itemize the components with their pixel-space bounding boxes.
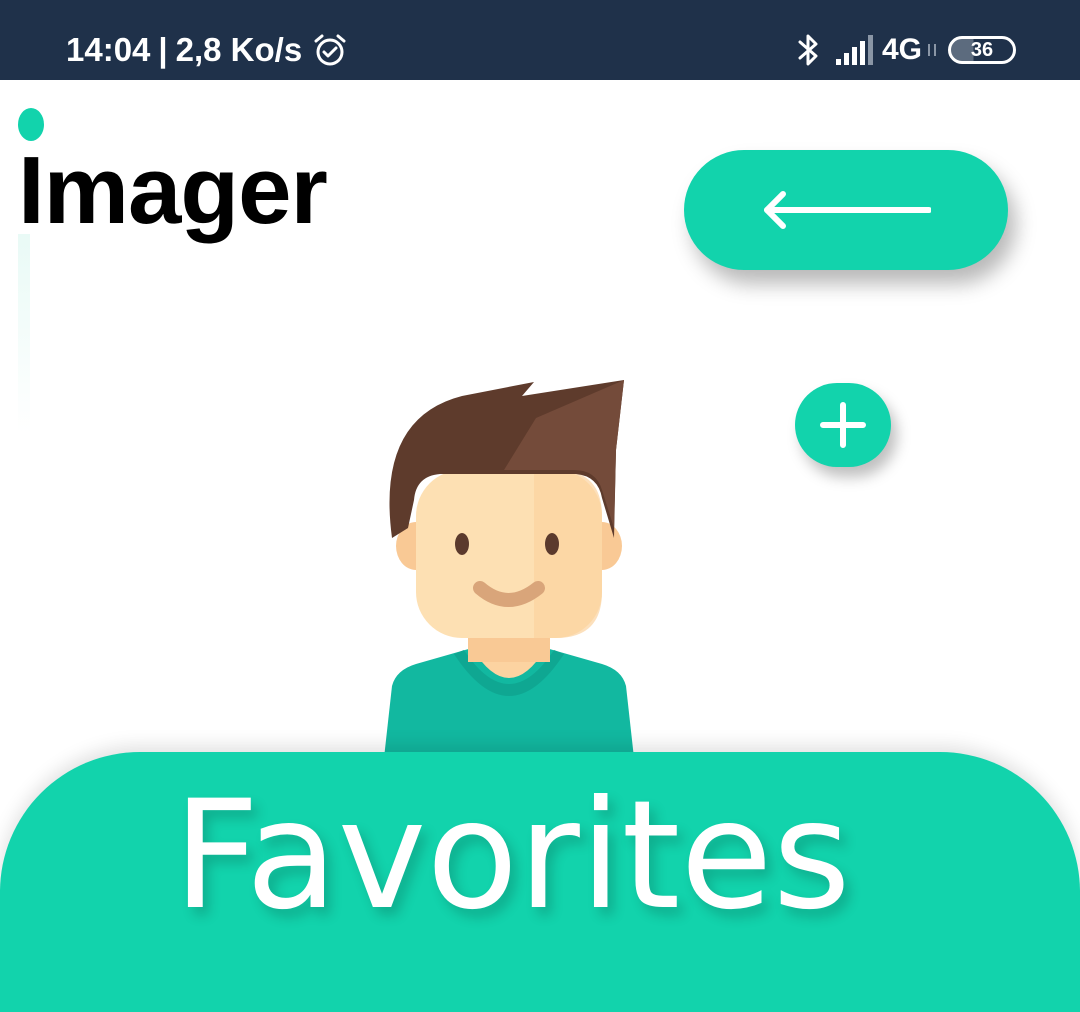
status-left: 14:04 | 2,8 Ko/s bbox=[66, 28, 348, 72]
plus-icon bbox=[820, 402, 866, 448]
bluetooth-icon bbox=[798, 34, 818, 66]
favorites-panel[interactable]: Favorites bbox=[0, 752, 1080, 1012]
data-arrows-icon bbox=[928, 44, 936, 56]
logo-text: Imager bbox=[18, 137, 328, 244]
network-type: 4G bbox=[881, 33, 922, 66]
status-time: 14:04 bbox=[66, 31, 151, 68]
add-button[interactable] bbox=[795, 383, 891, 467]
favorites-label: Favorites bbox=[173, 769, 851, 943]
status-right: 4G 36 bbox=[796, 28, 1016, 72]
status-bar: 14:04 | 2,8 Ko/s 4G 36 bbox=[0, 0, 1080, 80]
back-button[interactable] bbox=[684, 150, 1008, 270]
battery-icon: 36 bbox=[948, 36, 1016, 64]
battery-level: 36 bbox=[970, 38, 994, 61]
app-logo: Imager bbox=[18, 104, 358, 434]
signal-icon bbox=[835, 35, 873, 65]
alarm-icon bbox=[314, 34, 346, 66]
logo-accent-strip bbox=[18, 234, 30, 434]
back-arrow-icon bbox=[764, 191, 931, 229]
status-separator: | bbox=[158, 31, 168, 68]
network-speed: 2,8 Ko/s bbox=[175, 31, 303, 68]
user-avatar bbox=[384, 380, 634, 758]
